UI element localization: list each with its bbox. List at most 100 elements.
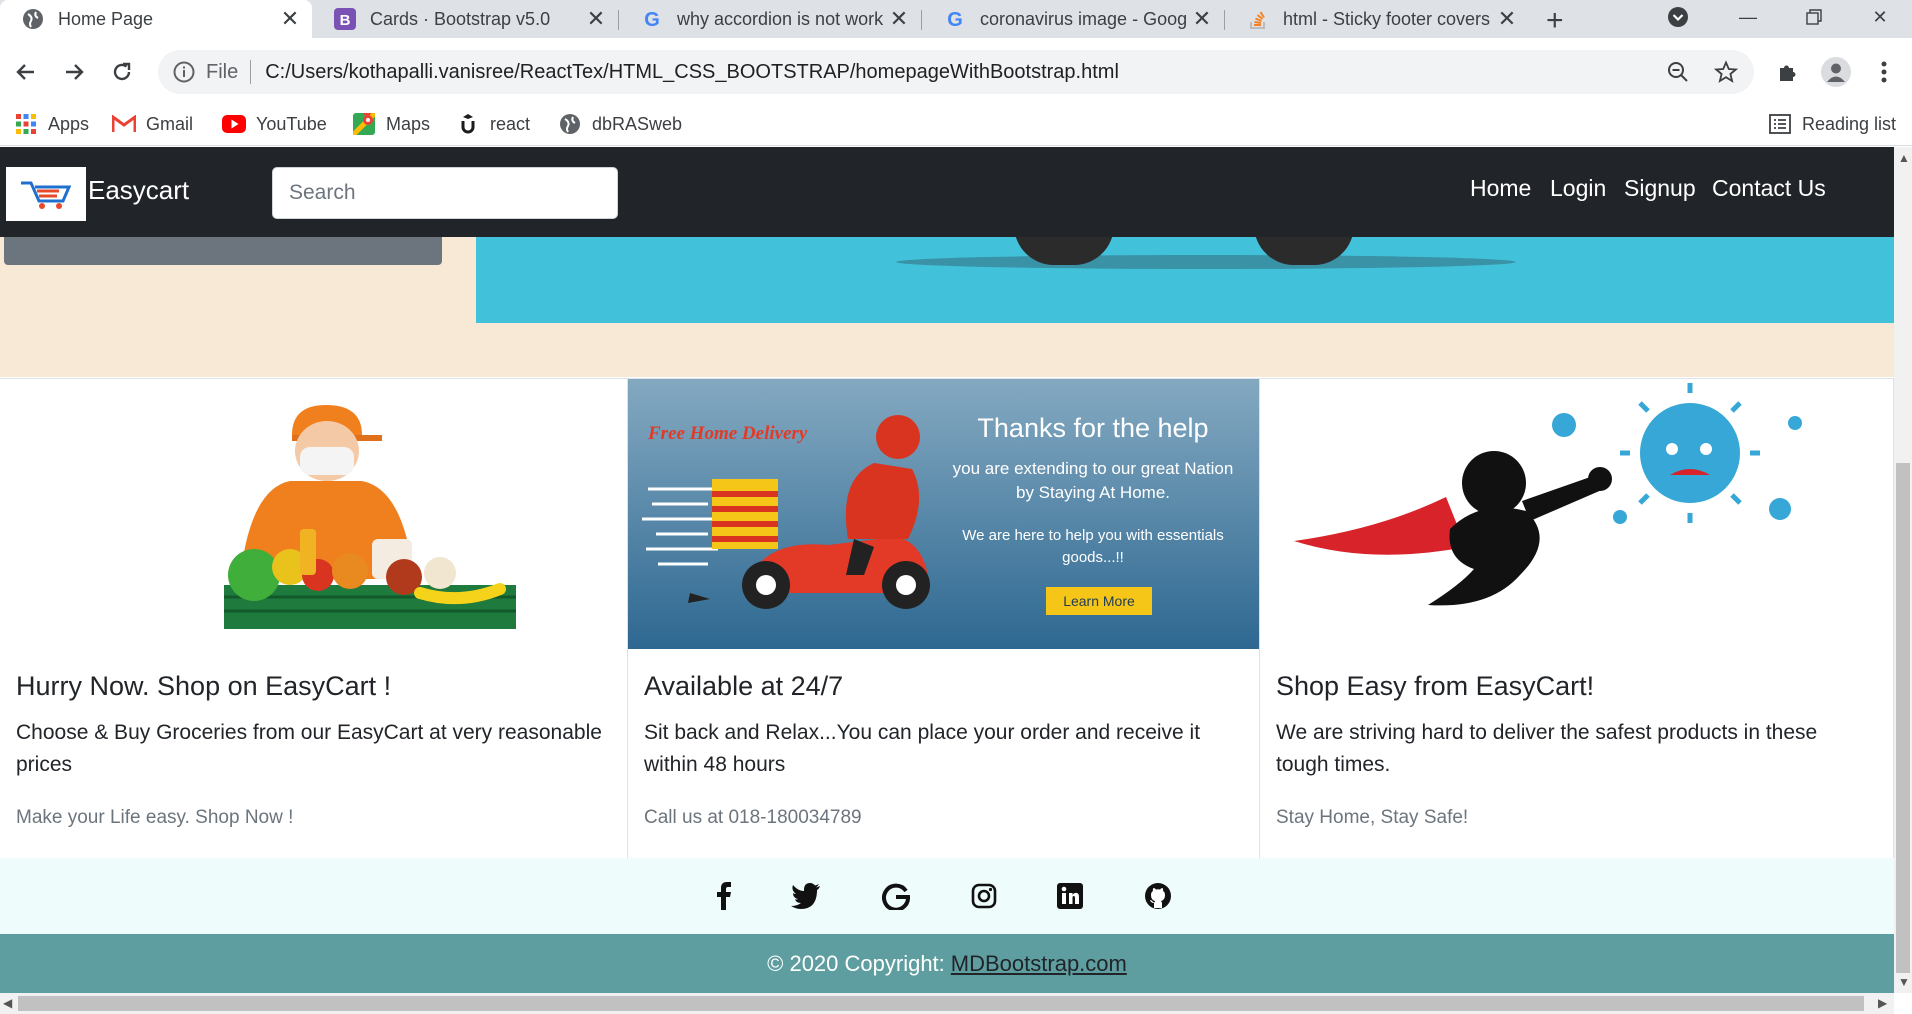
- back-icon[interactable]: [6, 52, 46, 92]
- bookmark-react[interactable]: react: [456, 112, 530, 136]
- horizontal-scrollbar[interactable]: ◀ ▶: [0, 993, 1894, 1014]
- bookmark-youtube[interactable]: YouTube: [222, 112, 327, 136]
- card-image-home-delivery-banner: Free Home Delivery Thanks for the help y…: [628, 379, 1259, 649]
- tab-strip: Home Page ✕ B Cards · Bootstrap v5.0 ✕ G…: [0, 0, 1912, 38]
- card-groceries: Hurry Now. Shop on EasyCart ! Choose & B…: [0, 379, 628, 859]
- scroll-right-icon[interactable]: ▶: [1878, 996, 1887, 1010]
- facebook-icon[interactable]: [706, 878, 742, 914]
- scheme-label: File: [206, 60, 239, 83]
- banner-heading: Thanks for the help: [977, 413, 1209, 443]
- restore-icon[interactable]: [1786, 0, 1842, 34]
- tab-home-page[interactable]: Home Page ✕: [0, 0, 312, 38]
- page-viewport: Easycart Home Login Signup Contact Us: [0, 147, 1894, 993]
- close-tab-icon[interactable]: ✕: [1497, 6, 1517, 32]
- tab-sticky-footer[interactable]: html - Sticky footer covers ✕: [1225, 0, 1529, 38]
- card-image-hero-vs-virus: [1260, 379, 1893, 649]
- social-links: [0, 858, 1894, 934]
- reading-list-label: Reading list: [1802, 113, 1897, 134]
- zoom-icon[interactable]: [1658, 50, 1698, 94]
- tab-bootstrap-cards[interactable]: B Cards · Bootstrap v5.0 ✕: [312, 0, 618, 38]
- globe-icon: [558, 112, 582, 136]
- scroll-down-icon[interactable]: ▼: [1898, 975, 1910, 989]
- tab-title: Cards · Bootstrap v5.0: [370, 8, 551, 29]
- card-image-delivery-person: [0, 379, 627, 649]
- close-window-icon[interactable]: ✕: [1852, 0, 1908, 34]
- scroll-up-icon[interactable]: ▲: [1898, 151, 1910, 165]
- extensions-icon[interactable]: [1768, 52, 1808, 92]
- url-text[interactable]: C:/Users/kothapalli.vanisree/ReactTex/HT…: [265, 61, 1119, 84]
- tab-accordion-search[interactable]: G why accordion is not work ✕: [619, 0, 921, 38]
- browser-toolbar: File C:/Users/kothapalli.vanisree/ReactT…: [0, 38, 1912, 104]
- bookmarks-bar: Apps Gmail YouTube Maps react dbRASweb R…: [0, 104, 1912, 146]
- address-bar[interactable]: File C:/Users/kothapalli.vanisree/ReactT…: [158, 50, 1754, 94]
- close-tab-icon[interactable]: ✕: [280, 6, 300, 32]
- stackoverflow-icon: [1247, 8, 1269, 30]
- banner-line-1: you are extending to our great Nation: [952, 459, 1234, 478]
- nav-link-home[interactable]: Home: [1470, 175, 1531, 202]
- bookmark-label: dbRASweb: [592, 113, 683, 134]
- twitter-icon[interactable]: [788, 878, 824, 914]
- card-title: Available at 24/7: [644, 671, 844, 701]
- search-input[interactable]: [272, 167, 618, 219]
- youtube-icon: [222, 112, 246, 136]
- card-text: Sit back and Relax...You can place your …: [644, 721, 1201, 776]
- reload-icon[interactable]: [102, 52, 142, 92]
- nav-link-login[interactable]: Login: [1550, 175, 1606, 202]
- instagram-icon[interactable]: [966, 878, 1002, 914]
- banner-line-4: goods...!!: [1062, 549, 1124, 566]
- new-tab-icon[interactable]: +: [1546, 4, 1564, 38]
- scroll-left-icon[interactable]: ◀: [3, 996, 12, 1010]
- vertical-scrollbar[interactable]: ▲ ▼: [1894, 147, 1912, 993]
- card-shop-easy: Shop Easy from EasyCart! We are striving…: [1260, 379, 1894, 859]
- bookmark-maps[interactable]: Maps: [352, 112, 430, 136]
- bookmark-label: Maps: [386, 113, 431, 134]
- google-icon[interactable]: [878, 878, 914, 914]
- vehicle-shadow: [896, 255, 1516, 269]
- globe-icon: [22, 8, 44, 30]
- minimize-icon[interactable]: —: [1720, 0, 1776, 34]
- forward-icon[interactable]: [54, 52, 94, 92]
- copyright-text: © 2020 Copyright:: [767, 951, 945, 976]
- close-tab-icon[interactable]: ✕: [889, 6, 909, 32]
- brand-name[interactable]: Easycart: [88, 175, 189, 206]
- learn-more-button[interactable]: Learn More: [1046, 587, 1152, 615]
- bookmark-apps[interactable]: Apps: [14, 112, 89, 136]
- bootstrap-icon: B: [334, 8, 356, 30]
- close-tab-icon[interactable]: ✕: [1192, 6, 1212, 32]
- gmail-icon: [112, 112, 136, 136]
- reading-list-button[interactable]: Reading list: [1768, 112, 1896, 136]
- bookmark-dbrasweb[interactable]: dbRASweb: [558, 112, 682, 136]
- browser-menu-icon[interactable]: [1864, 52, 1904, 92]
- card-footer-text: Make your Life easy. Shop Now !: [16, 807, 294, 828]
- vertical-scroll-thumb[interactable]: [1896, 463, 1910, 973]
- nav-link-signup[interactable]: Signup: [1624, 175, 1696, 202]
- bookmark-label: Apps: [48, 113, 90, 134]
- linkedin-icon[interactable]: [1052, 878, 1088, 914]
- tab-title: coronavirus image - Goog: [980, 8, 1188, 29]
- udemy-icon: [456, 112, 480, 136]
- tab-coronavirus-search[interactable]: G coronavirus image - Goog ✕: [922, 0, 1224, 38]
- horizontal-scroll-thumb[interactable]: [18, 996, 1864, 1011]
- banner-line-2: by Staying At Home.: [1015, 483, 1171, 502]
- tab-search-icon[interactable]: [1650, 0, 1706, 34]
- cart-logo-icon[interactable]: [6, 167, 86, 221]
- nav-link-contact[interactable]: Contact Us: [1712, 175, 1826, 202]
- google-icon: G: [641, 8, 663, 30]
- card-text: We are striving hard to deliver the safe…: [1276, 721, 1818, 776]
- close-tab-icon[interactable]: ✕: [586, 6, 606, 32]
- tab-title: why accordion is not work: [677, 8, 884, 29]
- address-divider: [250, 60, 252, 84]
- github-icon[interactable]: [1140, 878, 1176, 914]
- bookmark-gmail[interactable]: Gmail: [112, 112, 193, 136]
- bookmark-label: react: [490, 113, 531, 134]
- profile-avatar-icon[interactable]: [1816, 52, 1856, 92]
- bookmark-star-icon[interactable]: [1706, 50, 1746, 94]
- reading-list-icon: [1768, 112, 1792, 136]
- site-info-icon[interactable]: [172, 60, 196, 84]
- card-title: Shop Easy from EasyCart!: [1276, 671, 1595, 701]
- copyright-link[interactable]: MDBootstrap.com: [951, 951, 1127, 977]
- apps-grid-icon: [14, 112, 38, 136]
- banner-line-3: We are here to help you with essentials: [962, 527, 1224, 544]
- tab-title: html - Sticky footer covers: [1283, 8, 1491, 29]
- google-icon: G: [944, 8, 966, 30]
